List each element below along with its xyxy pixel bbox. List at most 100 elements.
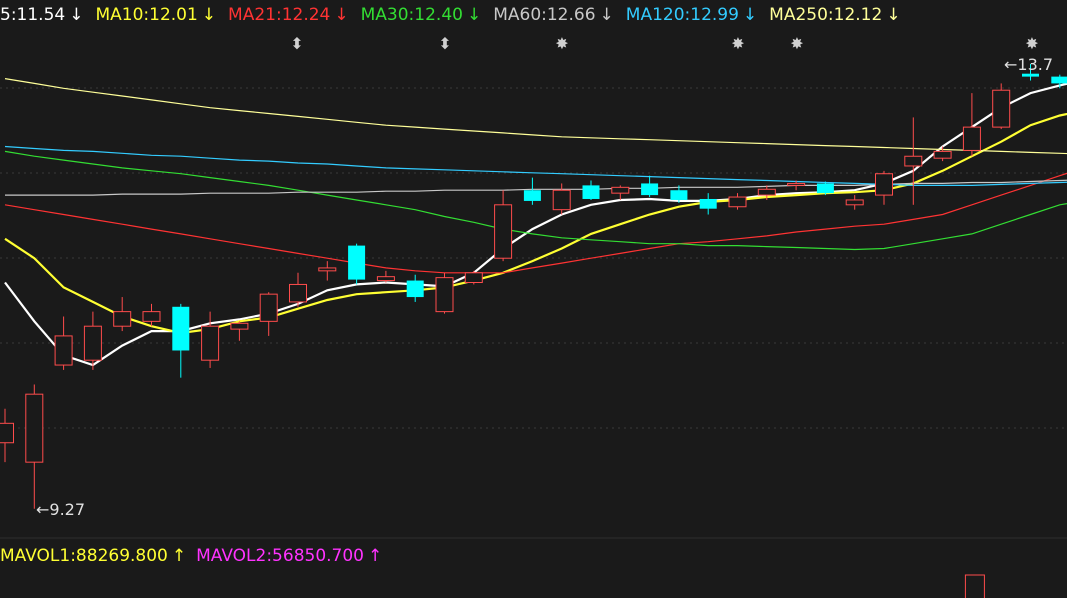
candle-body-down <box>172 306 190 351</box>
candle-body-up <box>289 283 307 303</box>
price-annotations: ←13.7 ←9.27 <box>36 55 1053 519</box>
candle-body-up <box>83 325 102 361</box>
candle-body-down <box>406 280 424 298</box>
event-marker-icon[interactable]: ✸ <box>555 34 568 53</box>
candle-body-up <box>142 311 161 322</box>
volume-pane <box>964 574 985 598</box>
trend-arrow-icon: ↓ <box>742 5 758 25</box>
trend-arrow-icon: ↓ <box>69 5 84 25</box>
candle[interactable] <box>289 272 307 307</box>
candle-body-up <box>464 272 483 283</box>
candle-body-up <box>54 335 73 366</box>
candle[interactable] <box>435 272 454 314</box>
candle[interactable] <box>552 183 571 215</box>
volume-bar <box>964 574 985 598</box>
legend-label: 5:11.54 <box>0 5 66 25</box>
candle-body-up <box>201 325 220 361</box>
candle[interactable] <box>699 193 717 215</box>
candle-body-up <box>933 150 952 159</box>
event-marker-icon[interactable]: ✸ <box>731 34 744 53</box>
candle[interactable] <box>523 177 541 205</box>
candle[interactable] <box>611 185 630 200</box>
candle[interactable] <box>992 83 1011 130</box>
candle-body-down <box>670 190 688 200</box>
trend-arrow-icon: ↓ <box>886 5 901 25</box>
moving-average-lines <box>4 78 1067 367</box>
trend-arrow-icon: ↓ <box>599 5 614 25</box>
candle-body-down <box>1051 76 1067 84</box>
candle[interactable] <box>259 292 278 336</box>
candle[interactable] <box>728 193 747 210</box>
ma-line-5 <box>4 82 1067 367</box>
candle[interactable] <box>816 181 834 196</box>
trend-arrow-icon: ↑ <box>368 546 383 566</box>
trend-arrow-icon: ↓ <box>334 5 349 25</box>
legend-item[interactable]: MA21:12.24 ↓ <box>228 2 349 28</box>
candle[interactable] <box>54 316 73 370</box>
candle[interactable] <box>0 408 14 463</box>
legend-label: MAVOL1:88269.800 <box>0 546 168 566</box>
candle-body-up <box>757 188 776 196</box>
candle-body-up <box>611 186 630 194</box>
candle[interactable] <box>25 384 44 509</box>
candle-body-down <box>1022 73 1039 77</box>
candle[interactable] <box>904 117 923 205</box>
candle[interactable] <box>962 93 981 157</box>
candle-body-down <box>816 183 834 194</box>
ma-line-ma10 <box>4 112 1067 335</box>
legend-item[interactable]: MA10:12.01 ↓ <box>95 2 216 28</box>
candle-body-up <box>318 267 337 272</box>
candle[interactable] <box>582 180 600 200</box>
candle[interactable] <box>845 195 864 210</box>
candle-body-down <box>699 198 717 209</box>
legend-label: MA60:12.66 <box>493 5 596 25</box>
candle[interactable] <box>201 311 220 368</box>
candle[interactable] <box>318 261 337 281</box>
candle-body-down <box>582 185 600 199</box>
event-marker-icon[interactable]: ✸ <box>1025 34 1038 53</box>
candle-body-up <box>904 155 923 167</box>
candlestick-chart: ⬍ ⬍ ✸ ✸ ✸ ✸ ←13.7 ←9.27 <box>0 34 1067 598</box>
candle[interactable] <box>230 321 249 341</box>
candle-body-down <box>348 245 366 280</box>
legend-item[interactable]: MA30:12.40 ↓ <box>361 2 482 28</box>
event-marker-icon[interactable]: ⬍ <box>438 34 451 53</box>
candle-body-up <box>552 189 571 211</box>
candle-body-up <box>875 173 893 196</box>
candle-body-up <box>0 422 14 444</box>
candle-body-up <box>259 293 278 322</box>
legend-label: MA10:12.01 <box>95 5 198 25</box>
legend-item[interactable]: MA60:12.66 ↓ <box>493 2 614 28</box>
event-markers: ⬍ ⬍ ✸ ✸ ✸ ✸ <box>290 34 1038 53</box>
candle[interactable] <box>406 274 424 302</box>
legend-label: MA250:12.12 <box>769 5 883 25</box>
candle-body-up <box>494 204 513 259</box>
candle[interactable] <box>464 270 483 285</box>
candle-body-up <box>992 89 1011 128</box>
event-marker-icon[interactable]: ⬍ <box>290 34 303 53</box>
candle[interactable] <box>348 243 366 285</box>
candle[interactable] <box>641 175 659 198</box>
low-price-label: 9.27 <box>49 500 85 519</box>
low-arrow: ← <box>36 500 49 519</box>
trend-arrow-icon: ↑ <box>171 546 187 566</box>
candle-body-up <box>787 182 806 186</box>
candle-body-up <box>728 196 747 208</box>
candle[interactable] <box>113 297 132 332</box>
legend-item[interactable]: MA120:12.99 ↓ <box>626 2 757 28</box>
legend-item[interactable]: MA250:12.12 ↓ <box>769 2 900 28</box>
candle[interactable] <box>494 190 513 262</box>
legend-item[interactable]: MAVOL2:56850.700 ↑ <box>196 543 382 569</box>
candle[interactable] <box>376 270 395 283</box>
legend-item[interactable]: MAVOL1:88269.800 ↑ <box>0 543 186 569</box>
candle[interactable] <box>875 170 893 205</box>
event-marker-icon[interactable]: ✸ <box>790 34 803 53</box>
candle-body-down <box>641 183 659 196</box>
high-price-annotation: ←13.7 <box>1004 55 1053 74</box>
candle-body-up <box>376 276 395 282</box>
legend-item[interactable]: 5:11.54 ↓ <box>0 2 83 28</box>
candle-body-up <box>113 311 132 327</box>
candle[interactable] <box>172 303 190 378</box>
volume-legend: MAVOL1:88269.800 ↑ MAVOL2:56850.700 ↑ <box>0 543 392 569</box>
candle[interactable] <box>142 303 161 327</box>
